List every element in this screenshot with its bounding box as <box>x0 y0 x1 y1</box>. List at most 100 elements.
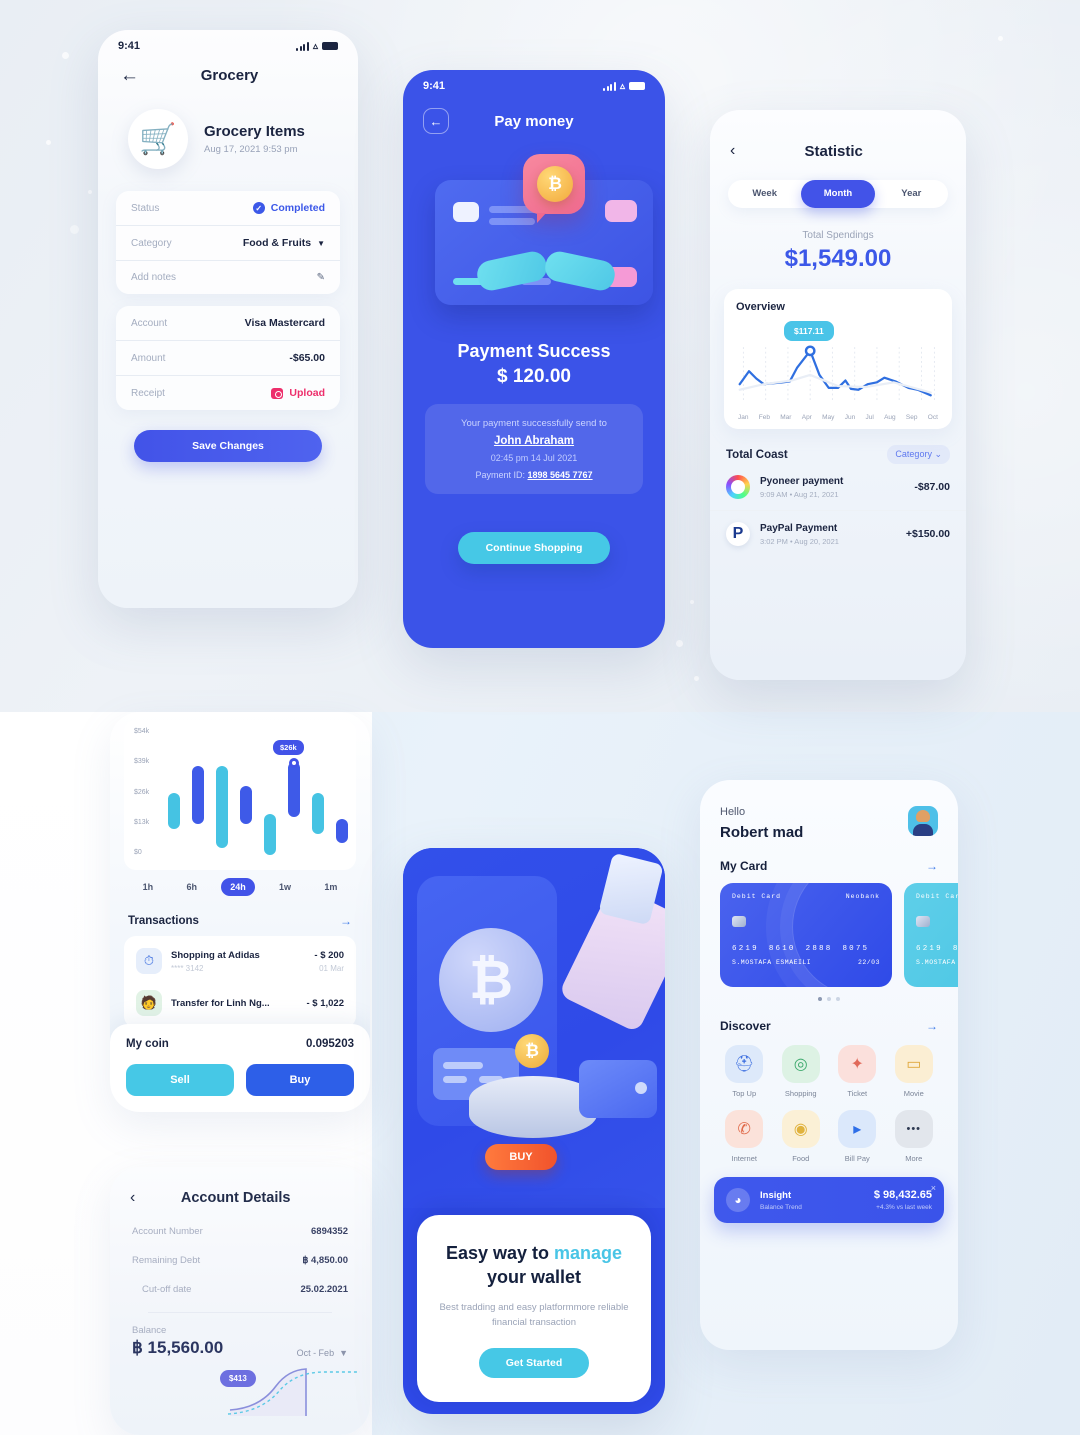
wifi-icon: ▵ <box>619 80 625 92</box>
row-status[interactable]: Status ✓ Completed <box>116 191 340 226</box>
x-tick: Jun <box>844 414 856 421</box>
row-label: Cut-off date <box>142 1284 192 1295</box>
card-line <box>489 218 535 225</box>
nav-bar: ‹ Statistic <box>710 110 966 174</box>
status-text: Completed <box>270 202 325 214</box>
greeting-header: Hello Robert mad <box>700 780 958 841</box>
discover-item-movie[interactable]: ▭ Movie <box>886 1045 943 1098</box>
row-cutoff-date: Cut-off date 25.02.2021 <box>110 1275 370 1304</box>
row-receipt[interactable]: Receipt Upload <box>116 376 340 410</box>
bank-card-primary[interactable]: Debit Card Neobank 6219 8610 2888 8075 S… <box>720 883 892 987</box>
item-header: 🛒 Grocery Items Aug 17, 2021 9:53 pm <box>98 103 358 191</box>
row-value[interactable]: Upload <box>271 387 325 399</box>
range-6h[interactable]: 6h <box>177 878 206 896</box>
row-category[interactable]: Category Food & Fruits ▼ <box>116 226 340 261</box>
bar <box>312 793 324 834</box>
card-type: Debit Card <box>916 893 958 900</box>
carousel-dot[interactable] <box>818 997 822 1001</box>
edit-pencil-icon[interactable]: ✎ <box>317 272 325 283</box>
segment-year[interactable]: Year <box>875 180 948 208</box>
total-spendings-value: $1,549.00 <box>784 245 892 272</box>
bar <box>240 786 252 824</box>
transaction-row[interactable]: Pyoneer payment 9:09 AM • Aug 21, 2021 -… <box>710 464 966 510</box>
transaction-name: Transfer for Linh Ng... <box>171 997 270 1009</box>
internet-icon: ✆ <box>725 1110 764 1148</box>
balance-area-chart: $413 <box>110 1364 370 1416</box>
card-pill <box>605 200 637 222</box>
sell-button[interactable]: Sell <box>126 1064 234 1096</box>
discover-item-internet[interactable]: ✆ Internet <box>716 1110 773 1163</box>
insight-title: Insight <box>760 1189 792 1201</box>
list-item[interactable]: ⏱ Shopping at Adidas **** 3142 - $ 200 0… <box>124 940 356 982</box>
card-number-group: 6219 <box>732 945 759 953</box>
avatar-icon: 🧑 <box>136 990 162 1016</box>
payment-illustration: ₿ <box>427 152 653 327</box>
payment-amount: $ 120.00 <box>497 366 571 387</box>
card-bottom-row: S.MOSTAFA ESMAEILI <box>916 959 958 966</box>
card-chip-icon <box>732 916 746 927</box>
my-coin-label: My coin <box>126 1038 169 1050</box>
discover-item-food[interactable]: ◉ Food <box>773 1110 830 1163</box>
discover-item-bill-pay[interactable]: ▸ Bill Pay <box>829 1110 886 1163</box>
row-add-notes[interactable]: Add notes ✎ <box>116 261 340 294</box>
card-chip-icon <box>453 202 479 222</box>
discover-item-more[interactable]: ••• More <box>886 1110 943 1163</box>
buy-button[interactable]: Buy <box>246 1064 354 1096</box>
bar-highlighted[interactable]: $26k <box>273 740 304 817</box>
range-1w[interactable]: 1w <box>270 878 300 896</box>
bank-card-secondary[interactable]: Debit Card 6219 8610 S.MOSTAFA ESMAEILI <box>904 883 958 987</box>
bar-chart-y-axis: $54k $39k $26k $13k $0 <box>134 728 149 856</box>
x-tick: Aug <box>884 414 896 421</box>
payment-id-label: Payment ID: <box>475 470 525 480</box>
save-changes-button[interactable]: Save Changes <box>134 430 322 462</box>
row-value: 6894352 <box>311 1226 348 1237</box>
carousel-dot[interactable] <box>827 997 831 1001</box>
continue-shopping-button[interactable]: Continue Shopping <box>458 532 610 564</box>
arrow-right-icon[interactable]: → <box>926 859 938 873</box>
avatar[interactable] <box>908 806 938 836</box>
arrow-right-icon[interactable]: → <box>926 1019 938 1033</box>
range-24h[interactable]: 24h <box>221 878 255 896</box>
phone-payment-success: 9:41 ▵ ← Pay money ₿ Payment Success $ 1… <box>403 70 665 648</box>
transaction-amount: - $ 1,022 <box>306 997 345 1009</box>
transaction-row[interactable]: P PayPal Payment 3:02 PM • Aug 20, 2021 … <box>710 510 966 557</box>
row-value: Food & Fruits ▼ <box>243 237 325 249</box>
range-1h[interactable]: 1h <box>134 878 163 896</box>
transaction-info: Transfer for Linh Ng... <box>171 998 298 1009</box>
segment-month[interactable]: Month <box>801 180 875 208</box>
discover-item-top-up[interactable]: ⛑ Top Up <box>716 1045 773 1098</box>
get-started-button[interactable]: Get Started <box>479 1348 589 1378</box>
insight-banner[interactable]: ◕ Insight Balance Trend $ 98,432.65 +4.3… <box>714 1177 944 1223</box>
bar-marker-dot <box>289 758 299 768</box>
chevron-down-icon[interactable]: ▼ <box>317 239 325 248</box>
period-selector[interactable]: Oct - Feb ▼ <box>297 1348 348 1358</box>
success-title: Payment Success <box>457 341 611 361</box>
carousel-dot[interactable] <box>836 997 840 1001</box>
card-carousel[interactable]: Debit Card Neobank 6219 8610 2888 8075 S… <box>700 873 958 987</box>
transaction-meta: 3:02 PM • Aug 20, 2021 <box>760 536 839 546</box>
bar-chart-bars: $26k <box>168 730 348 860</box>
camera-icon <box>271 387 284 399</box>
segment-week[interactable]: Week <box>728 180 801 208</box>
close-icon[interactable]: × <box>931 1183 936 1193</box>
bitcoin-large-icon: ₿ <box>439 928 543 1032</box>
arrow-right-icon[interactable]: → <box>340 914 352 928</box>
period-segmented-control[interactable]: Week Month Year <box>728 180 948 208</box>
greeting-text: Hello Robert mad <box>720 806 803 841</box>
phone-crypto-trading: $54k $39k $26k $13k $0 $26k 1h 6h 24h 1w… <box>110 712 370 1112</box>
range-1m[interactable]: 1m <box>315 878 346 896</box>
page-title: Account Details <box>180 1190 291 1206</box>
category-filter-button[interactable]: Category ⌄ <box>887 445 950 464</box>
range-selector[interactable]: 1h 6h 24h 1w 1m <box>126 878 354 896</box>
discover-item-shopping[interactable]: ◎ Shopping <box>773 1045 830 1098</box>
row-label: Add notes <box>131 272 177 283</box>
buy-badge[interactable]: BUY <box>485 1144 557 1170</box>
onboarding-sheet: Easy way to manage your wallet Best trad… <box>417 1215 651 1402</box>
my-coin-value: 0.095203 <box>306 1038 354 1050</box>
discover-item-ticket[interactable]: ✦ Ticket <box>829 1045 886 1098</box>
y-tick: $26k <box>134 788 150 796</box>
status-bar: 9:41 ▵ <box>98 30 358 54</box>
list-item[interactable]: 🧑 Transfer for Linh Ng... - $ 1,022 <box>124 982 356 1024</box>
row-value: Visa Mastercard <box>244 317 325 329</box>
card-number: 6219 8610 <box>916 945 958 953</box>
